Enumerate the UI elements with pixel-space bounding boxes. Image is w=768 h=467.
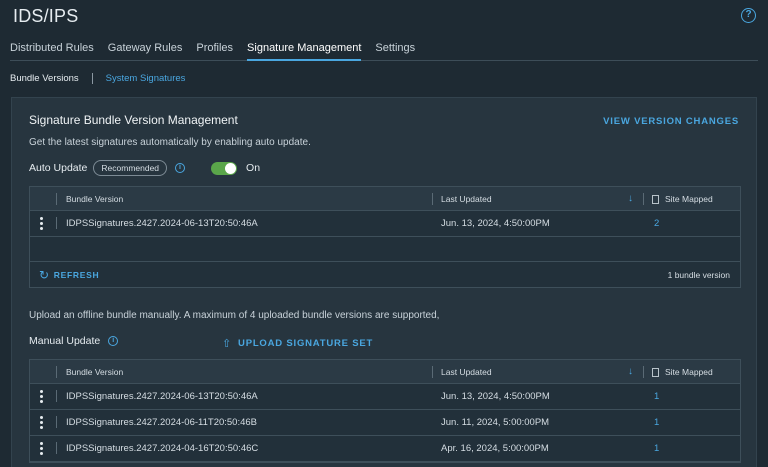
refresh-label: REFRESH [53,269,100,280]
sub-navigation: Bundle Versions System Signatures [10,73,185,84]
column-divider [56,416,57,428]
column-divider [432,366,433,378]
last-updated-cell: Jun. 13, 2024, 4:50:00PM [441,218,550,229]
subtab-bundle-versions[interactable]: Bundle Versions [10,73,79,84]
table-header: Bundle Version Last Updated ↓ Site Mappe… [30,187,740,211]
main-tabs: Distributed Rules Gateway Rules Profiles… [10,37,758,61]
column-divider [643,366,644,378]
tab-gateway-rules[interactable]: Gateway Rules [108,37,183,61]
site-mapped-link[interactable]: 1 [654,443,659,454]
header-last-updated[interactable]: Last Updated [441,194,492,204]
auto-update-row: Auto Update Recommended i On [29,160,260,176]
recommended-badge: Recommended [93,160,168,176]
header-site-mapped[interactable]: Site Mapped [665,367,713,377]
bundle-version-cell: IDPSSignatures.2427.2024-06-13T20:50:46A [66,218,258,229]
auto-update-toggle[interactable] [211,161,238,175]
column-divider [56,366,57,378]
upload-label: UPLOAD SIGNATURE SET [238,338,374,349]
site-mapped-link[interactable]: 1 [654,417,659,428]
upload-signature-set-button[interactable]: ⇧ UPLOAD SIGNATURE SET [222,337,373,350]
row-actions-icon[interactable] [40,390,43,403]
sort-arrow-icon[interactable]: ↓ [628,193,633,204]
table-header: Bundle Version Last Updated ↓ Site Mappe… [30,360,740,384]
document-icon [652,195,659,204]
auto-bundle-table: Bundle Version Last Updated ↓ Site Mappe… [29,186,741,288]
view-version-changes-link[interactable]: VIEW VERSION CHANGES [603,116,739,127]
row-actions-icon[interactable] [40,416,43,429]
refresh-icon: ↻ [39,267,50,282]
info-icon[interactable]: i [175,163,186,173]
header-last-updated[interactable]: Last Updated [441,367,492,377]
subtab-divider [91,73,93,84]
last-updated-cell: Jun. 11, 2024, 5:00:00PM [441,417,550,428]
tab-distributed-rules[interactable]: Distributed Rules [10,37,94,61]
table-row: IDPSSignatures.2427.2024-04-16T20:50:46C… [30,436,740,462]
panel-title: Signature Bundle Version Management [29,113,238,127]
upload-icon: ⇧ [222,338,233,350]
bundle-count: 1 bundle version [667,269,730,280]
bundle-version-cell: IDPSSignatures.2427.2024-06-11T20:50:46B [66,417,258,428]
document-icon [652,368,659,377]
tab-profiles[interactable]: Profiles [196,37,233,61]
help-icon[interactable]: ? [741,8,756,23]
toggle-state-label: On [246,162,261,174]
column-divider [56,442,57,454]
bundle-version-cell: IDPSSignatures.2427.2024-04-16T20:50:46C [66,443,259,454]
column-divider [56,217,57,229]
last-updated-cell: Apr. 16, 2024, 5:00:00PM [441,443,549,454]
header-bundle-version[interactable]: Bundle Version [66,367,123,377]
manual-update-row: Manual Update i [29,335,119,347]
manual-bundle-table: Bundle Version Last Updated ↓ Site Mappe… [29,359,741,463]
table-row: IDPSSignatures.2427.2024-06-13T20:50:46A… [30,384,740,410]
row-actions-icon[interactable] [40,217,43,230]
column-divider [56,390,57,402]
column-divider [643,193,644,205]
table-footer: ↻ REFRESH 1 bundle version [30,262,740,287]
site-mapped-link[interactable]: 2 [654,218,659,229]
site-mapped-link[interactable]: 1 [654,391,659,402]
signature-bundle-panel: Signature Bundle Version Management VIEW… [11,97,757,467]
column-divider [432,193,433,205]
row-actions-icon[interactable] [40,442,43,455]
refresh-button[interactable]: ↻ REFRESH [39,268,99,282]
header-site-mapped[interactable]: Site Mapped [665,194,713,204]
table-row: IDPSSignatures.2427.2024-06-11T20:50:46B… [30,410,740,436]
tab-signature-management[interactable]: Signature Management [247,37,362,61]
header-bundle-version[interactable]: Bundle Version [66,194,123,204]
tab-settings[interactable]: Settings [375,37,415,61]
last-updated-cell: Jun. 13, 2024, 4:50:00PM [441,391,550,402]
info-icon[interactable]: i [108,336,119,346]
page-title: IDS/IPS [13,6,79,26]
sort-arrow-icon[interactable]: ↓ [628,366,633,377]
table-row: IDPSSignatures.2427.2024-06-13T20:50:46A… [30,211,740,237]
column-divider [56,193,57,205]
manual-update-label: Manual Update [29,335,101,347]
auto-update-label: Auto Update [29,162,88,174]
empty-row [30,237,740,262]
bundle-version-cell: IDPSSignatures.2427.2024-06-13T20:50:46A [66,391,258,402]
auto-update-description: Get the latest signatures automatically … [29,137,311,148]
subtab-system-signatures[interactable]: System Signatures [106,73,186,84]
offline-upload-description: Upload an offline bundle manually. A max… [29,310,440,321]
